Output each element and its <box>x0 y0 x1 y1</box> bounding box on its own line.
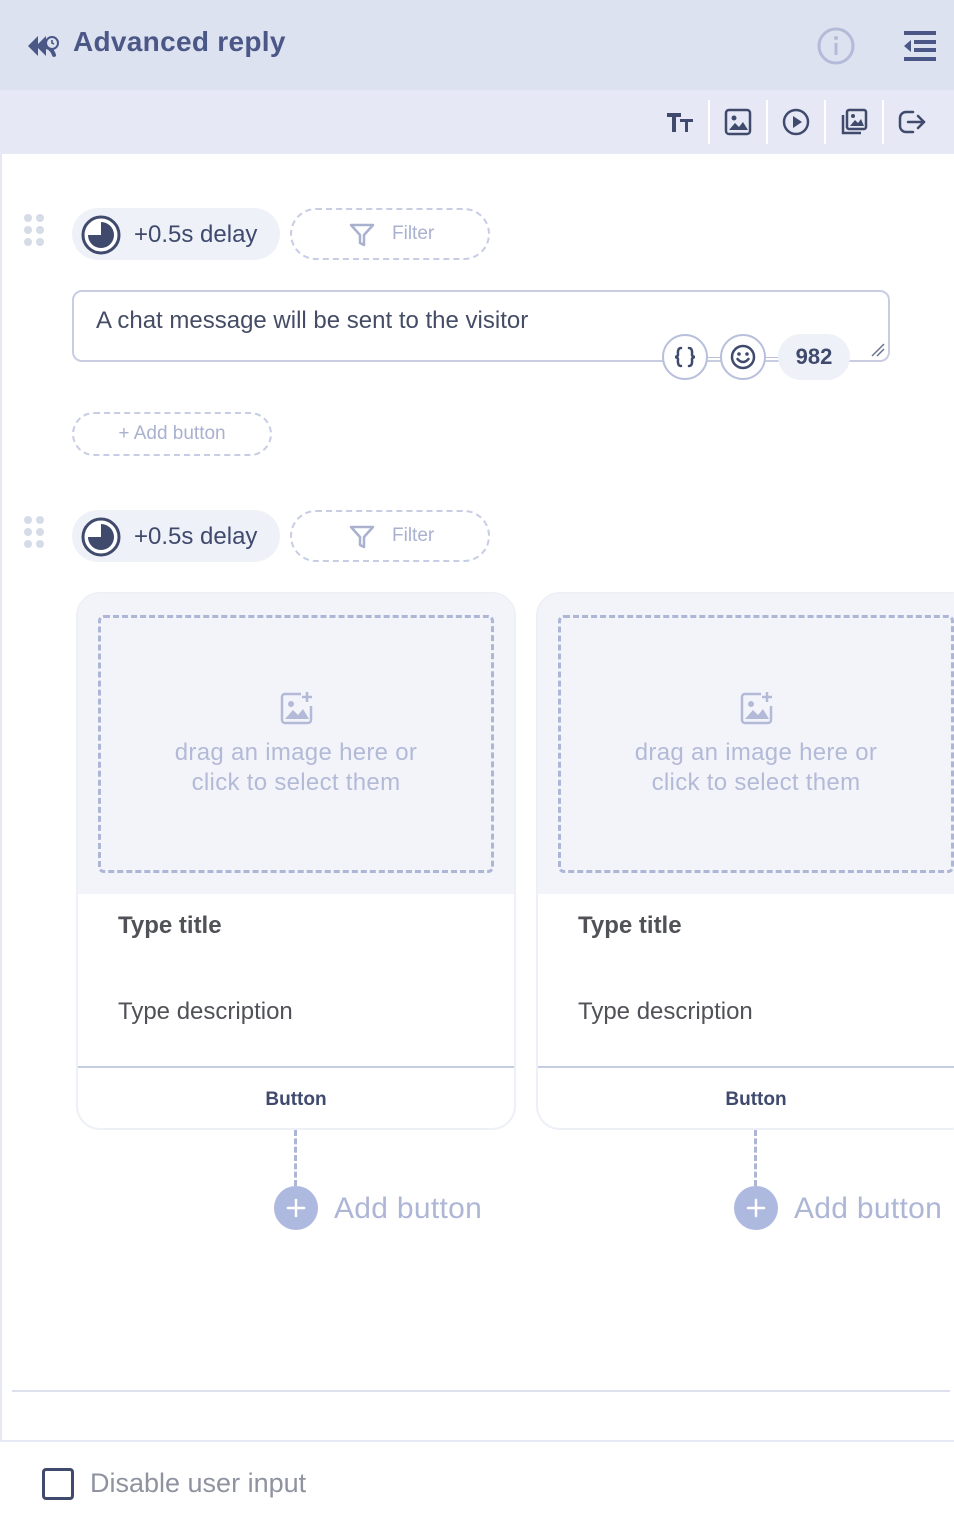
info-icon[interactable] <box>816 26 856 66</box>
filter-icon <box>349 525 375 549</box>
drag-handle-icon[interactable] <box>24 214 48 254</box>
content-toolbar <box>0 90 954 154</box>
redirect-icon <box>898 110 926 134</box>
dropzone-text: drag an image here or click to select th… <box>561 738 951 798</box>
timer-icon <box>81 517 121 557</box>
dropzone-text-line: drag an image here or <box>634 739 878 766</box>
card-button[interactable]: Button <box>538 1068 954 1128</box>
card-description-input[interactable]: Type description <box>118 998 293 1026</box>
dropzone-text-line: click to select them <box>651 769 861 796</box>
connector-dashed-line <box>754 1130 757 1186</box>
filter-icon <box>349 223 375 247</box>
add-button-link[interactable]: Add button <box>334 1192 482 1226</box>
delay-button[interactable]: +0.5s delay <box>72 510 280 562</box>
gallery-icon <box>841 108 868 135</box>
filter-button[interactable]: Filter <box>290 208 490 260</box>
add-button-link[interactable]: Add button <box>794 1192 942 1226</box>
toolbar-divider <box>766 100 768 144</box>
toolbar-divider <box>824 100 826 144</box>
card-title-input[interactable]: Type title <box>118 912 222 940</box>
curly-braces-icon <box>674 346 696 368</box>
dropzone-text: drag an image here or click to select th… <box>101 738 491 798</box>
collapse-menu-icon[interactable] <box>902 28 938 64</box>
card-description-input[interactable]: Type description <box>578 998 753 1026</box>
character-counter: 982 <box>778 334 850 380</box>
add-button-plus[interactable] <box>734 1186 778 1230</box>
toolbar-divider <box>882 100 884 144</box>
image-dropzone[interactable]: drag an image here or click to select th… <box>98 615 494 873</box>
message-text[interactable]: A chat message will be sent to the visit… <box>96 307 528 335</box>
message-textarea[interactable]: A chat message will be sent to the visit… <box>72 290 890 362</box>
carousel-card: drag an image here or click to select th… <box>536 592 954 1130</box>
delay-label: +0.5s delay <box>134 523 258 550</box>
card-button[interactable]: Button <box>78 1068 514 1128</box>
add-button-plus[interactable] <box>274 1186 318 1230</box>
resize-handle-icon[interactable] <box>870 342 886 358</box>
timer-icon <box>81 215 121 255</box>
image-icon <box>724 108 752 136</box>
filter-label: Filter <box>392 525 435 546</box>
card-title-input[interactable]: Type title <box>578 912 682 940</box>
dropzone-text-line: click to select them <box>191 769 401 796</box>
reply-all-icon[interactable] <box>24 30 60 62</box>
redirect-tool-button[interactable] <box>890 100 934 144</box>
filter-button[interactable]: Filter <box>290 510 490 562</box>
emoji-button[interactable] <box>720 334 766 380</box>
drag-handle-icon[interactable] <box>24 516 48 556</box>
delay-label: +0.5s delay <box>134 221 258 248</box>
delay-button[interactable]: +0.5s delay <box>72 208 280 260</box>
plus-icon <box>746 1198 766 1218</box>
smiley-icon <box>730 344 756 370</box>
video-tool-button[interactable] <box>774 100 818 144</box>
dropzone-text-line: drag an image here or <box>174 739 418 766</box>
header-bar: Advanced reply <box>0 0 954 90</box>
play-icon <box>782 108 810 136</box>
image-tool-button[interactable] <box>716 100 760 144</box>
disable-input-checkbox[interactable] <box>42 1468 74 1500</box>
add-image-icon <box>280 692 313 725</box>
add-button[interactable]: + Add button <box>72 412 272 456</box>
carousel-card: drag an image here or click to select th… <box>76 592 516 1130</box>
page-title: Advanced reply <box>73 26 286 57</box>
section-divider <box>12 1390 950 1392</box>
gallery-tool-button[interactable] <box>832 100 876 144</box>
panel-border <box>0 154 2 1516</box>
filter-label: Filter <box>392 223 435 244</box>
text-tool-button[interactable] <box>658 100 702 144</box>
add-image-icon <box>740 692 773 725</box>
text-icon <box>667 113 693 132</box>
footer-bar: Disable user input <box>0 1440 954 1516</box>
connector-line <box>766 357 778 358</box>
image-dropzone[interactable]: drag an image here or click to select th… <box>558 615 954 873</box>
variables-button[interactable] <box>662 334 708 380</box>
connector-dashed-line <box>294 1130 297 1186</box>
toolbar-divider <box>708 100 710 144</box>
disable-input-label[interactable]: Disable user input <box>90 1468 306 1499</box>
plus-icon <box>286 1198 306 1218</box>
